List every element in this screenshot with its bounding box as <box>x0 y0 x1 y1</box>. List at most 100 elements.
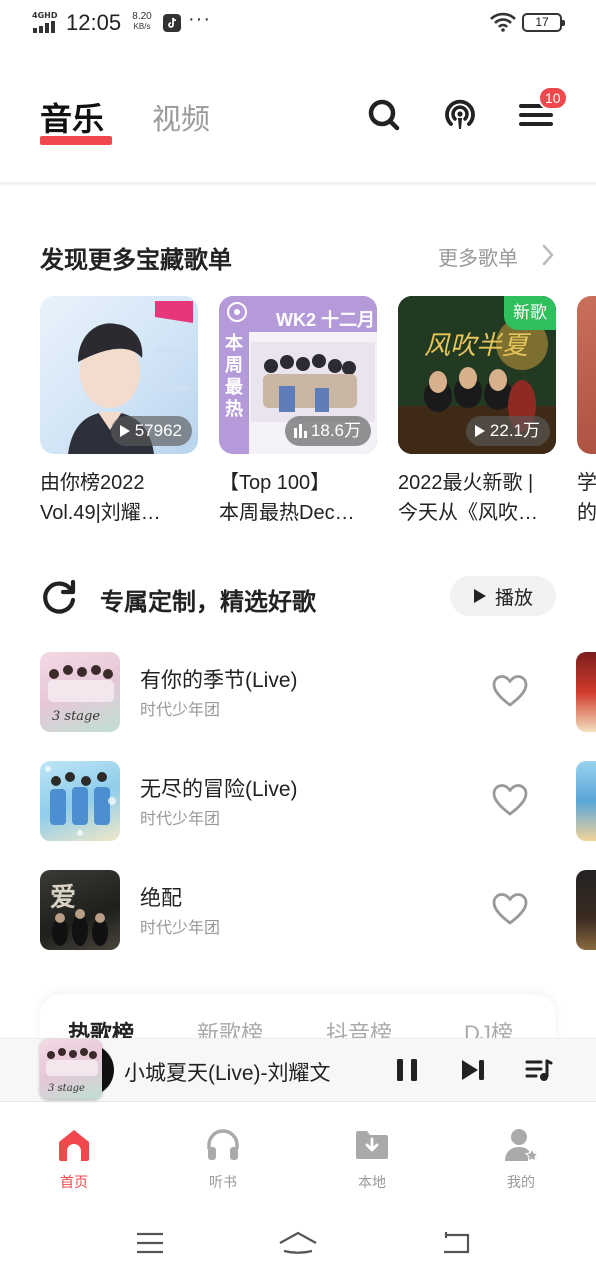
play-icon <box>474 425 485 437</box>
playlist-card[interactable]: Z 57962 由你榜2022 Vol.49|刘耀… <box>40 296 198 528</box>
refresh-icon[interactable] <box>40 578 78 616</box>
svg-text:3 stage: 3 stage <box>52 709 100 724</box>
playlist-card[interactable]: 风吹半夏 新歌 22.1万 2022最火新歌 | 今天从《风吹… <box>398 296 556 528</box>
discover-title: 发现更多宝藏歌单 <box>40 247 232 274</box>
active-tab-indicator <box>40 136 112 145</box>
nav-local[interactable]: 本地 <box>332 1127 412 1192</box>
play-count: 22.1万 <box>465 416 550 446</box>
song-title: 有你的季节(Live) <box>140 669 298 692</box>
playlist-title-line2: 本周最热Dec… <box>219 502 355 524</box>
song-title: 无尽的冒险(Live) <box>140 778 298 801</box>
network-type: 4GHD <box>32 11 58 20</box>
next-page-cover <box>576 870 596 950</box>
heart-icon[interactable] <box>492 674 528 708</box>
play-all-label: 播放 <box>494 587 533 609</box>
clock: 12:05 <box>66 10 122 35</box>
user-icon <box>505 1129 540 1162</box>
play-icon <box>119 425 130 437</box>
headphones-icon <box>207 1129 239 1160</box>
play-count-value: 22.1万 <box>489 421 540 440</box>
playlist-card[interactable]: WK2 十二月 本周最热 18.6万 【Top 100】 本周最热Dec… <box>219 296 377 528</box>
playlist-title: 学 的 <box>577 468 596 528</box>
playlist-title: 由你榜2022 Vol.49|刘耀… <box>40 468 198 528</box>
playlist-cover <box>577 296 596 454</box>
more-playlists-link[interactable]: 更多歌单 <box>438 242 518 271</box>
playlist-title-line2: 今天从《风吹… <box>398 502 538 524</box>
playlist-cover: 风吹半夏 新歌 22.1万 <box>398 296 556 454</box>
pause-icon[interactable] <box>392 1055 422 1085</box>
svg-text:风吹半夏: 风吹半夏 <box>424 331 532 361</box>
recent-apps-icon[interactable] <box>136 1231 164 1255</box>
playlist-title-line2: 的 <box>577 502 596 524</box>
playlist-title-line1: 由你榜2022 <box>40 472 145 494</box>
home-icon <box>59 1130 89 1161</box>
song-cover: 爱 <box>40 870 120 950</box>
play-count-value: 57962 <box>134 421 182 440</box>
svg-text:Z: Z <box>152 336 193 406</box>
cover-caption: WK2 十二月 <box>276 310 375 330</box>
now-playing-title[interactable]: 小城夏天(Live)-刘耀文 <box>124 1057 331 1087</box>
bars-icon <box>293 424 307 438</box>
folder-download-icon <box>356 1131 388 1159</box>
chevron-right-icon[interactable] <box>540 243 556 267</box>
playlist-cover: Z 57962 <box>40 296 198 454</box>
playlist-title-line1: 【Top 100】 <box>219 472 331 494</box>
svg-text:爱: 爱 <box>50 883 76 913</box>
song-artist: 时代少年团 <box>140 702 221 719</box>
wifi-icon <box>490 12 516 32</box>
header-divider <box>0 182 596 186</box>
mini-player[interactable]: 3 stage 小城夏天(Live)-刘耀文 <box>0 1038 596 1102</box>
nav-audiobooks-label: 听书 <box>209 1174 237 1190</box>
notification-badge: 10 <box>538 86 568 110</box>
nav-home-label: 首页 <box>60 1174 88 1190</box>
tab-video[interactable]: 视频 <box>152 96 210 138</box>
playlist-title-line1: 2022最火新歌 | <box>398 472 534 494</box>
speed-unit: KB/s <box>133 22 151 31</box>
song-row[interactable]: 无尽的冒险(Live) 时代少年团 <box>40 761 596 841</box>
playlist-title-line2: Vol.49|刘耀… <box>40 502 161 524</box>
search-icon[interactable] <box>366 97 402 133</box>
new-song-tag: 新歌 <box>504 296 556 330</box>
song-artist: 时代少年团 <box>140 920 221 937</box>
bottom-navigation: 首页 听书 本地 我的 <box>0 1103 596 1203</box>
now-playing-cover: 3 stage <box>40 1039 102 1099</box>
next-page-cover <box>576 761 596 841</box>
heart-icon[interactable] <box>492 892 528 926</box>
song-row[interactable]: 爱 绝配 时代少年团 <box>40 870 596 950</box>
nav-profile[interactable]: 我的 <box>481 1127 561 1192</box>
overflow-dots: ··· <box>188 8 211 30</box>
tab-music[interactable]: 音乐 <box>40 94 104 140</box>
nav-home[interactable]: 首页 <box>34 1127 114 1192</box>
system-home-icon[interactable] <box>278 1231 318 1257</box>
playlist-queue-icon[interactable] <box>524 1055 554 1085</box>
battery-icon: 17 <box>522 13 565 32</box>
play-icon <box>473 589 486 603</box>
next-page-cover <box>576 652 596 732</box>
cover-side-caption: 本周最热 <box>225 333 243 419</box>
speed-value: 8.20 <box>132 11 152 22</box>
top-header: 音乐 视频 <box>0 80 596 155</box>
custom-title: 专属定制，精选好歌 <box>100 589 316 616</box>
play-count: 18.6万 <box>284 416 371 446</box>
song-row[interactable]: 3 stage 有你的季节(Live) 时代少年团 <box>40 652 596 732</box>
system-back-icon[interactable] <box>440 1231 470 1255</box>
play-count-value: 18.6万 <box>310 421 361 440</box>
playlist-card[interactable]: 学 的 <box>577 296 596 528</box>
network-speed: 8.20 KB/s <box>128 12 156 32</box>
podcast-icon[interactable] <box>442 97 478 133</box>
song-artist: 时代少年团 <box>140 811 221 828</box>
heart-icon[interactable] <box>492 783 528 817</box>
playlist-cover: WK2 十二月 本周最热 18.6万 <box>219 296 377 454</box>
playlist-title: 2022最火新歌 | 今天从《风吹… <box>398 468 556 528</box>
next-track-icon[interactable] <box>458 1055 488 1085</box>
nav-profile-label: 我的 <box>507 1174 535 1190</box>
song-cover <box>40 761 120 841</box>
cellular-signal-icon: 4GHD <box>32 11 60 33</box>
song-cover: 3 stage <box>40 652 120 732</box>
play-all-button[interactable]: 播放 <box>450 576 556 616</box>
play-count: 57962 <box>110 416 192 446</box>
status-bar: 4GHD 12:05 8.20 KB/s ··· 17 <box>0 0 596 46</box>
nav-audiobooks[interactable]: 听书 <box>183 1127 263 1192</box>
nav-local-label: 本地 <box>358 1174 386 1190</box>
playlist-title: 【Top 100】 本周最热Dec… <box>219 468 377 528</box>
